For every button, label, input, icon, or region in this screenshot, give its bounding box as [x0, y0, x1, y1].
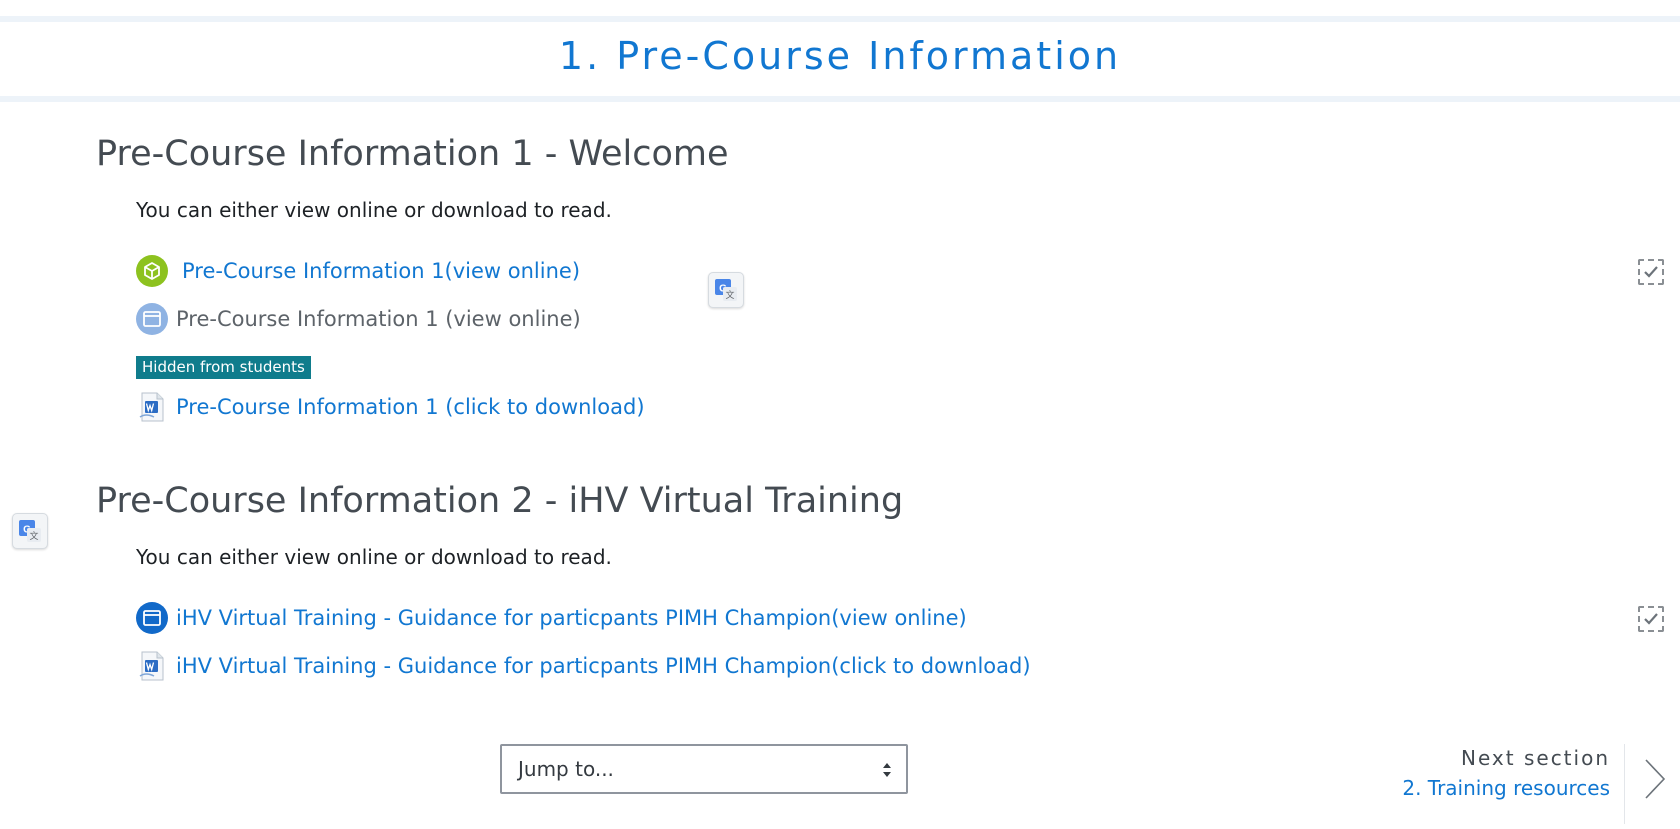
- activity-label: iHV Virtual Training - Guidance for part…: [176, 654, 1031, 678]
- google-translate-button[interactable]: G 文: [708, 272, 744, 308]
- hidden-from-students-badge: Hidden from students: [136, 356, 311, 379]
- select-arrows-icon: [883, 763, 891, 777]
- completion-checkbox[interactable]: [1638, 606, 1664, 632]
- subsection-heading-2: Pre-Course Information 2 - iHV Virtual T…: [96, 481, 904, 521]
- jump-to-select[interactable]: Jump to...: [500, 744, 908, 794]
- jump-to-value: Jump to...: [518, 757, 614, 781]
- subsection-heading-1: Pre-Course Information 1 - Welcome: [96, 134, 729, 174]
- check-icon: [1644, 613, 1658, 625]
- next-section-link[interactable]: 2. Training resources: [1402, 776, 1610, 800]
- activity-label: Pre-Course Information 1 (click to downl…: [176, 395, 645, 419]
- svg-text:文: 文: [725, 289, 734, 300]
- check-icon: [1644, 266, 1658, 278]
- divider: [1624, 744, 1625, 824]
- google-translate-button[interactable]: G 文: [12, 513, 48, 549]
- completion-checkbox[interactable]: [1638, 259, 1664, 285]
- page-icon: [136, 303, 168, 335]
- subsection-description-2: You can either view online or download t…: [136, 545, 612, 569]
- activity-page-view-online-hidden[interactable]: Pre-Course Information 1 (view online): [136, 302, 581, 336]
- activity-label: iHV Virtual Training - Guidance for part…: [176, 606, 967, 630]
- chevron-right-icon[interactable]: [1640, 754, 1670, 804]
- next-section-label: Next section: [1461, 746, 1610, 770]
- google-translate-icon: G 文: [19, 520, 41, 542]
- google-translate-icon: G 文: [715, 279, 737, 301]
- word-document-icon: [136, 650, 168, 682]
- activity-label: Pre-Course Information 1 (view online): [176, 307, 581, 331]
- section-title: 1. Pre-Course Information: [558, 34, 1122, 78]
- activity-scorm-view-online[interactable]: Pre-Course Information 1(view online): [136, 254, 580, 288]
- word-document-icon: [136, 391, 168, 423]
- scorm-package-icon: [136, 255, 168, 287]
- activity-word-download[interactable]: Pre-Course Information 1 (click to downl…: [136, 390, 645, 424]
- subsection-description-1: You can either view online or download t…: [136, 198, 612, 222]
- page-icon: [136, 602, 168, 634]
- activity-word-guidance-download[interactable]: iHV Virtual Training - Guidance for part…: [136, 649, 1031, 683]
- activity-page-guidance-view-online[interactable]: iHV Virtual Training - Guidance for part…: [136, 601, 967, 635]
- svg-text:文: 文: [29, 530, 38, 541]
- activity-label: Pre-Course Information 1(view online): [182, 259, 581, 283]
